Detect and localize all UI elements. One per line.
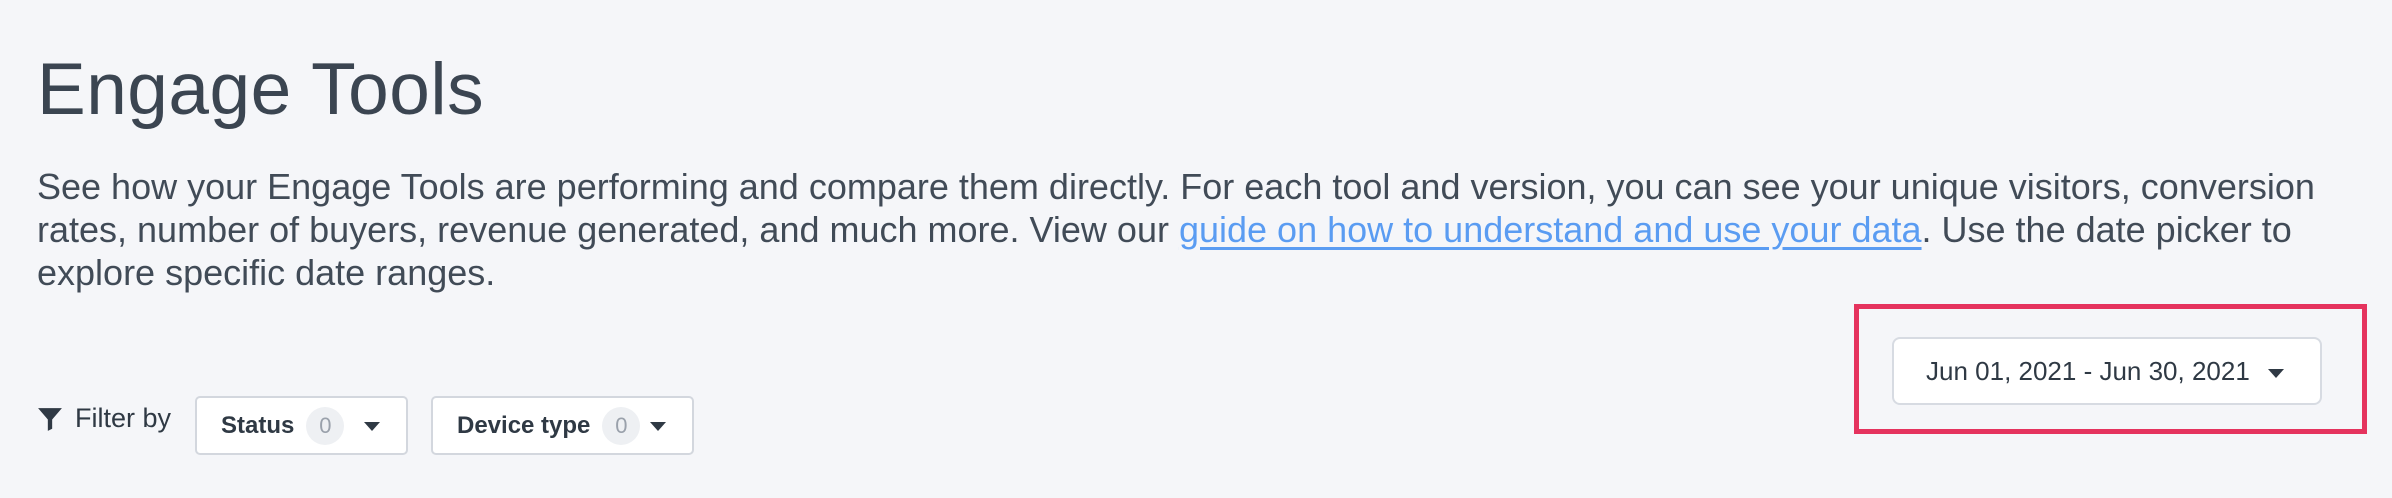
- date-range-picker[interactable]: Jun 01, 2021 - Jun 30, 2021: [1892, 337, 2322, 405]
- chevron-down-icon: [364, 422, 380, 431]
- device-type-filter-button[interactable]: Device type 0: [431, 396, 694, 455]
- page-description: See how your Engage Tools are performing…: [37, 165, 2337, 294]
- filter-by-label: Filter by: [37, 403, 171, 434]
- page-title: Engage Tools: [37, 49, 485, 130]
- device-type-filter-count: 0: [602, 406, 641, 445]
- status-filter-count: 0: [306, 406, 345, 445]
- status-filter-label: Status: [221, 411, 295, 439]
- chevron-down-icon: [2268, 369, 2284, 378]
- data-guide-link[interactable]: guide on how to understand and use your …: [1179, 209, 1922, 250]
- status-filter-button[interactable]: Status 0: [195, 396, 408, 455]
- chevron-down-icon: [650, 422, 666, 431]
- funnel-icon: [38, 407, 62, 431]
- filter-by-text: Filter by: [75, 403, 172, 433]
- device-type-filter-label: Device type: [457, 411, 591, 439]
- date-range-label: Jun 01, 2021 - Jun 30, 2021: [1926, 355, 2250, 386]
